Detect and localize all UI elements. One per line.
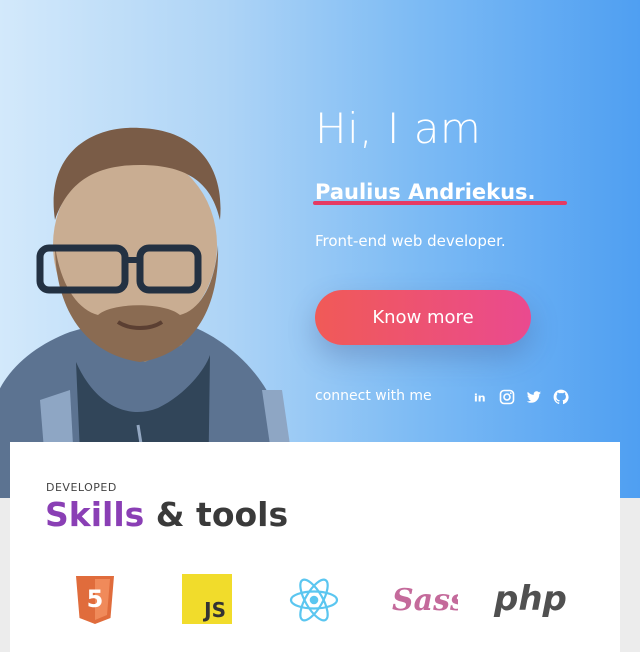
instagram-icon[interactable] <box>499 389 515 405</box>
role-subtitle: Front-end web developer. <box>315 232 506 250</box>
skills-heading: Skills & tools <box>45 495 288 534</box>
skills-heading-rest: & tools <box>144 495 289 534</box>
javascript-icon: JS <box>182 574 232 624</box>
php-glyph: php <box>493 579 567 619</box>
javascript-glyph: JS <box>202 598 226 622</box>
skills-eyebrow: Developed <box>46 481 117 494</box>
greeting-heading: Hi, I am <box>315 104 482 153</box>
html5-glyph: 5 <box>87 585 104 613</box>
svg-text:in: in <box>474 392 486 405</box>
sass-glyph: Sass <box>392 583 458 618</box>
sass-icon: Sass <box>392 583 458 618</box>
profile-portrait <box>0 127 298 498</box>
skills-heading-accent: Skills <box>45 495 145 534</box>
hero-section: Hi, I am Paulius Andriekus. Front-end we… <box>0 0 640 498</box>
github-icon[interactable] <box>553 389 569 405</box>
linkedin-icon[interactable]: in <box>472 389 488 405</box>
connect-label: connect with me <box>315 388 432 404</box>
twitter-icon[interactable] <box>526 389 542 405</box>
skills-card: Developed Skills & tools 5 JS Sass php <box>10 442 620 652</box>
php-icon: php <box>493 579 567 619</box>
react-icon <box>289 578 339 622</box>
html5-icon: 5 <box>76 576 114 624</box>
know-more-button[interactable]: Know more <box>315 290 531 345</box>
name-underline <box>313 201 567 205</box>
